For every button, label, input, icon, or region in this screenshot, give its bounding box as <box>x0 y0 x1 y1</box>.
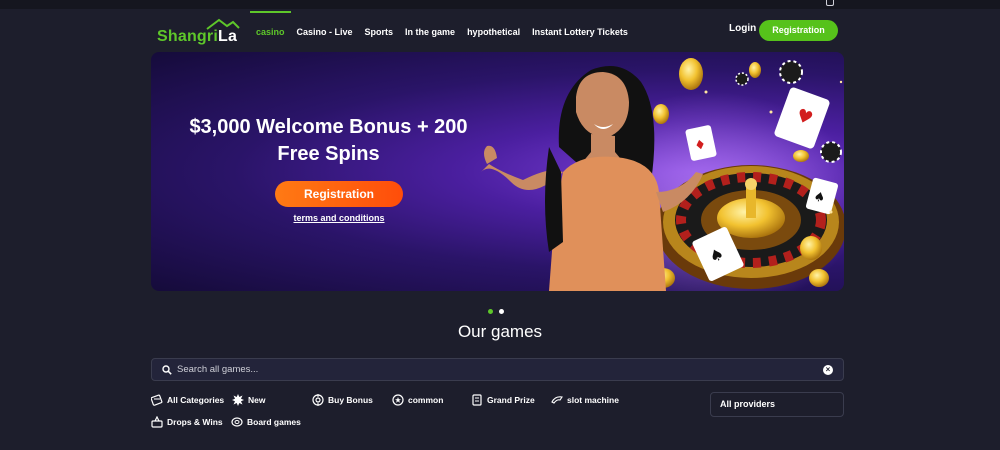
search-icon <box>162 364 172 375</box>
drops-icon <box>151 416 163 428</box>
carousel-dot-1[interactable] <box>488 309 493 314</box>
board-icon <box>231 417 243 427</box>
logo-text-part2: La <box>217 28 238 45</box>
banner-title-line2: Free Spins <box>277 143 380 165</box>
category-common-label: common <box>408 395 444 405</box>
category-slot-machine-label: slot machine <box>567 395 619 405</box>
category-buy-bonus[interactable]: Buy Bonus <box>312 394 373 406</box>
category-drops-wins-label: Drops & Wins <box>167 417 223 427</box>
carousel-dots <box>488 309 504 314</box>
starburst-icon <box>232 394 244 406</box>
banner-title-line1: $3,000 Welcome Bonus + 200 <box>189 116 468 138</box>
top-strip <box>0 0 1000 9</box>
main-nav: casino Casino - Live Sports In the game … <box>250 11 634 51</box>
banner-register-button[interactable]: Registration <box>275 181 403 207</box>
category-slot-machine[interactable]: slot machine <box>551 394 619 406</box>
clear-search-icon[interactable]: × <box>823 365 833 375</box>
promo-banner[interactable]: ♥ ♦ ♠ ♠ $3,000 Welcome Bonus + 200 Free … <box>151 52 844 291</box>
trophy-icon <box>472 394 482 406</box>
target-icon <box>312 394 324 406</box>
category-grand-prize-label: Grand Prize <box>487 395 535 405</box>
category-buy-bonus-label: Buy Bonus <box>328 395 373 405</box>
register-button[interactable]: Registration <box>759 20 838 41</box>
providers-dropdown[interactable]: All providers <box>710 392 844 417</box>
banner-title: $3,000 Welcome Bonus + 200 Free Spins <box>171 114 486 168</box>
game-search-bar[interactable]: × <box>151 358 844 381</box>
nav-casino[interactable]: casino <box>250 11 291 51</box>
grid-icon <box>151 394 163 406</box>
category-new-label: New <box>248 395 266 405</box>
carousel-dot-2[interactable] <box>499 309 504 314</box>
window-icon <box>826 0 834 6</box>
category-common[interactable]: common <box>392 394 443 406</box>
nav-instant-lottery[interactable]: Instant Lottery Tickets <box>526 11 634 51</box>
logo-text-part1: Shangri <box>157 28 218 45</box>
nav-casino-live[interactable]: Casino - Live <box>291 11 359 51</box>
category-all-label: All Categories <box>167 395 225 405</box>
games-heading: Our games <box>457 322 543 341</box>
category-grand-prize[interactable]: Grand Prize <box>471 394 535 406</box>
login-link[interactable]: Login <box>729 23 756 34</box>
slot-icon <box>551 396 563 404</box>
nav-sports[interactable]: Sports <box>359 11 400 51</box>
star-circle-icon <box>392 394 404 406</box>
banner-illustration: ♥ ♦ ♠ ♠ <box>481 58 844 291</box>
logo-text: ShangriLa <box>157 28 237 46</box>
search-input[interactable] <box>177 364 777 375</box>
terms-link[interactable]: terms and conditions <box>275 213 403 223</box>
logo[interactable]: ShangriLa <box>157 18 240 46</box>
category-board-games-label: Board games <box>247 417 301 427</box>
nav-in-the-game[interactable]: In the game <box>399 11 461 51</box>
logo-roof-icon <box>206 18 240 30</box>
category-all[interactable]: All Categories <box>151 394 224 406</box>
category-new[interactable]: New <box>232 394 265 406</box>
nav-hypothetical[interactable]: hypothetical <box>461 11 526 51</box>
category-drops-wins[interactable]: Drops & Wins <box>151 416 223 428</box>
category-board-games[interactable]: Board games <box>231 416 301 428</box>
